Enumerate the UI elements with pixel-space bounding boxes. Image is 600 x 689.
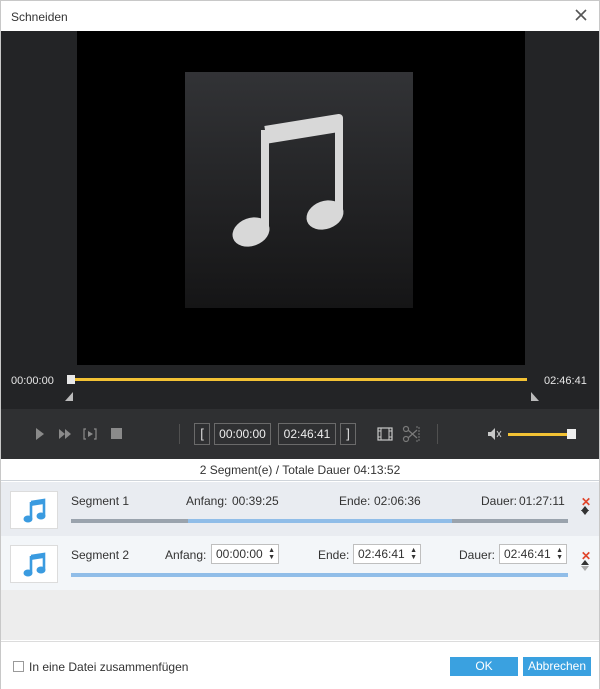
current-time: 00:00:00 [11, 375, 54, 387]
fast-forward-icon[interactable] [59, 428, 72, 440]
film-clip-icon[interactable] [376, 425, 394, 443]
segment-name: Segment 1 [71, 494, 130, 508]
start-time-field[interactable]: 00:00:00 [214, 423, 271, 445]
player-controls: [ 00:00:00 02:46:41 ] [1, 409, 599, 459]
merge-label[interactable]: In eine Datei zusammenfügen [29, 660, 188, 674]
video-preview [77, 31, 525, 365]
move-up-icon[interactable] [581, 560, 589, 565]
end-marker-handle[interactable] [531, 392, 539, 401]
stepper-arrows-icon[interactable]: ▲ ▼ [556, 547, 563, 561]
cancel-button[interactable]: Abbrechen [523, 657, 591, 676]
segment-summary: 2 Segment(e) / Totale Dauer 04:13:52 [1, 459, 599, 481]
duration-label: Dauer: [459, 548, 496, 562]
set-end-button[interactable]: ] [340, 423, 356, 445]
end-label: Ende: [318, 548, 350, 562]
music-note-icon [23, 552, 46, 577]
scissors-icon[interactable] [401, 425, 421, 443]
total-time: 02:46:41 [544, 375, 587, 387]
dialog-title: Schneiden [11, 10, 68, 24]
play-icon[interactable] [35, 428, 45, 440]
duration-label: Dauer: [481, 494, 518, 508]
music-note-icon [232, 114, 344, 247]
volume-icon[interactable] [487, 427, 503, 441]
segment-row-1[interactable]: Segment 1 Anfang: 00:39:25 Ende: 02:06:3… [1, 482, 599, 536]
end-time-stepper[interactable]: 02:46:41 ▲ ▼ [353, 544, 421, 564]
duration-value: 02:46:41 [504, 547, 551, 561]
duration-value: 01:27:11 [519, 494, 565, 508]
start-time-stepper[interactable]: 00:00:00 ▲ ▼ [211, 544, 279, 564]
start-value: 00:39:25 [232, 494, 279, 508]
title-bar: Schneiden [1, 1, 599, 31]
music-note-icon [23, 498, 46, 523]
segment-selection [187, 519, 453, 523]
segment-range-bar [71, 519, 568, 523]
cut-dialog: Schneiden 00:00:00 02:46:41 [00:00:00 0… [0, 0, 600, 689]
volume-slider-track[interactable] [508, 433, 572, 436]
timeline-playhead[interactable] [67, 375, 75, 384]
separator [179, 424, 180, 444]
start-label: Anfang: [186, 494, 228, 508]
duration-stepper[interactable]: 02:46:41 ▲ ▼ [499, 544, 567, 564]
close-icon[interactable] [573, 7, 589, 23]
segment-thumbnail [10, 545, 58, 583]
segment-list: Segment 1 Anfang: 00:39:25 Ende: 02:06:3… [1, 482, 599, 640]
segment-name: Segment 2 [71, 548, 130, 562]
end-value: 02:46:41 [358, 547, 405, 561]
dialog-footer: In eine Datei zusammenfügen OK Abbrechen [1, 641, 599, 689]
merge-checkbox[interactable] [13, 661, 24, 672]
timeline-track[interactable] [71, 378, 527, 381]
end-time-field[interactable]: 02:46:41 [278, 423, 336, 445]
segment-selection [71, 573, 568, 577]
segment-range-bar [71, 573, 568, 577]
move-up-icon[interactable] [581, 506, 589, 511]
end-value: 02:06:36 [374, 494, 421, 508]
segment-thumbnail [10, 491, 58, 529]
start-marker-handle[interactable] [65, 392, 73, 401]
volume-slider-handle[interactable] [567, 429, 576, 439]
set-start-button[interactable]: [ [194, 423, 210, 445]
media-player: 00:00:00 02:46:41 [ 00:00:00 02:46:41 ] [1, 31, 599, 459]
play-segment-icon[interactable] [83, 427, 97, 441]
separator [437, 424, 438, 444]
start-label: Anfang: [165, 548, 207, 562]
ok-button[interactable]: OK [450, 657, 518, 676]
start-value: 00:00:00 [216, 547, 263, 561]
stepper-arrows-icon[interactable]: ▲ ▼ [410, 547, 417, 561]
stepper-arrows-icon[interactable]: ▲ ▼ [268, 547, 275, 561]
move-down-icon[interactable] [581, 566, 589, 571]
stop-icon[interactable] [111, 428, 122, 439]
segment-row-2[interactable]: Segment 2 Anfang: 00:00:00 ▲ ▼ Ende: 02:4… [1, 536, 599, 590]
audio-cover-art [185, 72, 413, 308]
end-label: Ende: [339, 494, 371, 508]
